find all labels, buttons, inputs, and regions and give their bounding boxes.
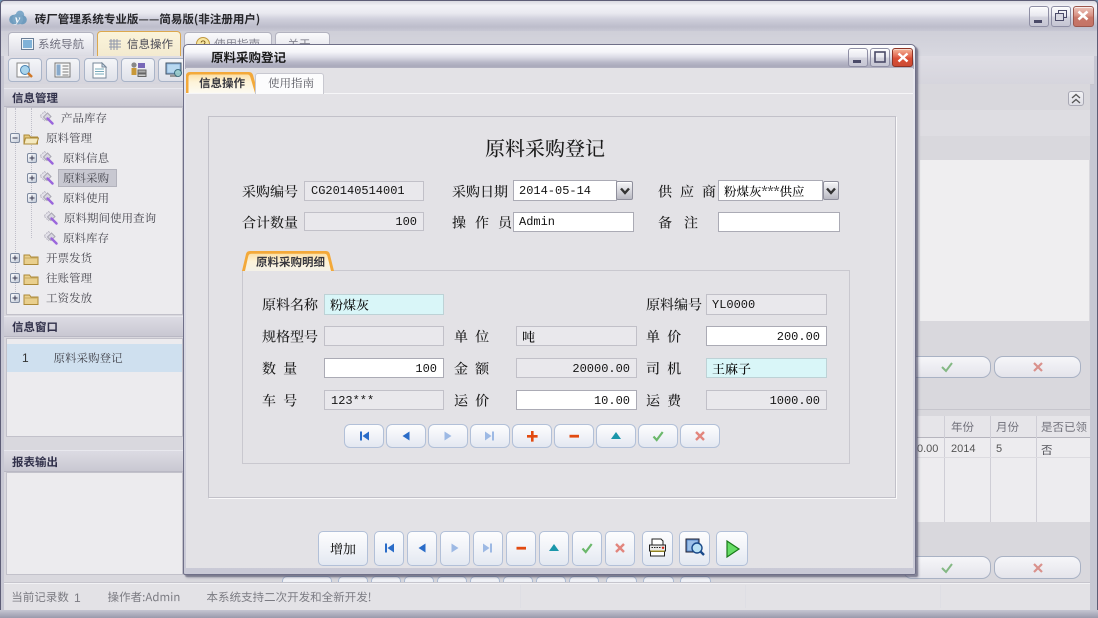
svg-text:y: y (13, 12, 21, 25)
